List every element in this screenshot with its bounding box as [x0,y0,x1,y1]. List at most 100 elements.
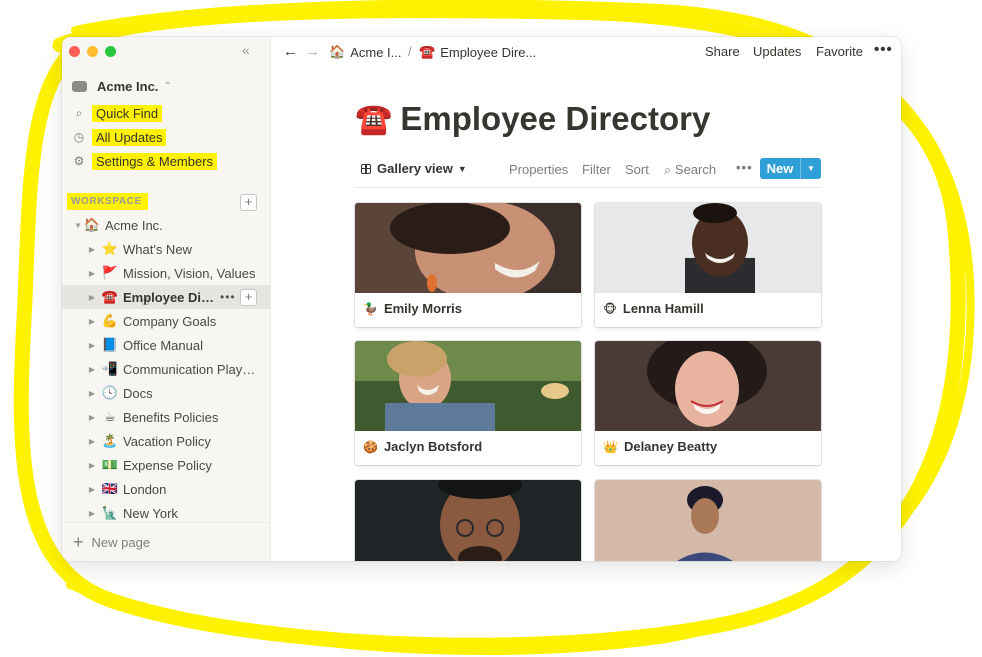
close-window-button[interactable] [69,46,80,57]
share-button[interactable]: Share [705,44,740,59]
quick-find-link[interactable]: ⌕ Quick Find [72,102,163,124]
caret-right-icon[interactable]: ▶ [87,317,97,326]
gallery-card[interactable] [355,480,581,561]
page-title-text: Employee Directory [400,100,711,137]
employee-photo [355,203,581,293]
tree-item-company-goals[interactable]: ▶ 💪 Company Goals [62,309,270,333]
gear-icon: ⚙ [73,154,85,168]
search-icon: ⌕ [664,162,672,177]
caret-right-icon[interactable]: ▶ [87,269,97,278]
new-item-button[interactable]: New ▼ [760,158,821,179]
caret-right-icon[interactable]: ▶ [87,461,97,470]
gallery-card[interactable]: 🍪 Jaclyn Botsford [355,341,581,465]
sidebar: « Acme Inc. ⌃ ⌕ Quick Find ◷ All Updates… [62,37,271,561]
workspace-section-label: WORKSPACE [67,193,148,210]
all-updates-link[interactable]: ◷ All Updates [72,126,167,148]
filter-button[interactable]: Filter [582,162,611,177]
tree-item-expense[interactable]: ▶ 💵 Expense Policy [62,453,270,477]
tree-item-london[interactable]: ▶ 🇬🇧 London [62,477,270,501]
tree-item-whats-new[interactable]: ▶ ⭐ What's New [62,237,270,261]
tree-item-employee-directory[interactable]: ▶ ☎️ Employee Directory ••• + [62,285,270,309]
minimize-window-button[interactable] [87,46,98,57]
workspace-name: Acme Inc. [97,78,159,94]
settings-members-link[interactable]: ⚙ Settings & Members [72,150,218,172]
back-arrow-icon[interactable]: ← [283,43,298,60]
gallery-card[interactable]: 🐵 Lenna Hamill [595,203,821,327]
updates-button[interactable]: Updates [753,44,801,59]
page-title[interactable]: ☎️ Employee Directory [355,100,710,138]
gallery-card[interactable]: 👑 Delaney Beatty [595,341,821,465]
workspace-switcher[interactable]: Acme Inc. ⌃ [72,76,172,96]
tree-item-label: What's New [123,241,192,257]
all-updates-label: All Updates [92,128,167,146]
card-title: 🦆 Emily Morris [363,301,462,316]
caret-right-icon[interactable]: ▶ [87,293,97,302]
search-button[interactable]: ⌕ Search [664,162,716,178]
quick-find-label: Quick Find [92,104,163,122]
coffee-icon: ☕ [104,409,116,424]
caret-right-icon[interactable]: ▶ [87,485,97,494]
properties-button[interactable]: Properties [509,162,568,177]
employee-photo [595,480,821,561]
caret-right-icon[interactable]: ▶ [87,437,97,446]
gallery-card[interactable]: 🦆 Emily Morris [355,203,581,327]
employee-name: Delaney Beatty [623,439,718,454]
card-title: 🐵 Lenna Hamill [603,301,704,316]
tree-item-acme-inc[interactable]: ▼ 🏠 Acme Inc. [62,213,270,237]
employee-name: Jaclyn Botsford [383,439,483,454]
tree-item-vacation[interactable]: ▶ 🏝️ Vacation Policy [62,429,270,453]
tree-item-label: Communication Playbook [123,361,257,377]
book-icon: 📘 [101,337,119,352]
settings-members-label: Settings & Members [92,152,218,170]
chevron-down-icon[interactable]: ▼ [801,164,821,173]
caret-right-icon[interactable]: ▶ [87,413,97,422]
tree-item-label: Company Goals [123,313,217,329]
island-icon: 🏝️ [101,433,119,448]
caret-right-icon[interactable]: ▶ [87,389,97,398]
breadcrumb-workspace[interactable]: 🏠 Acme I... [329,44,401,60]
add-subpage-button[interactable]: + [240,289,257,306]
employee-photo [355,341,581,431]
more-options-icon[interactable]: ••• [220,290,236,304]
caret-down-icon[interactable]: ▼ [73,221,83,230]
search-icon: ⌕ [75,105,83,120]
employee-photo [595,341,821,431]
search-button-label: Search [674,162,717,177]
add-page-button[interactable]: + [240,194,257,211]
caret-right-icon[interactable]: ▶ [87,509,97,518]
tree-item-label: Benefits Policies [123,409,219,425]
caret-right-icon[interactable]: ▶ [87,341,97,350]
card-title: 🍪 Jaclyn Botsford [363,439,482,454]
caret-right-icon[interactable]: ▶ [87,245,97,254]
new-page-label: New page [91,535,151,550]
clock-icon: 🕓 [101,385,119,400]
new-page-button[interactable]: + New page [62,522,270,561]
tree-item-office-manual[interactable]: ▶ 📘 Office Manual [62,333,270,357]
more-options-icon[interactable]: ••• [874,41,893,58]
new-button-label: New [766,161,794,176]
favorite-button[interactable]: Favorite [816,44,863,59]
forward-arrow-icon[interactable]: → [305,43,320,60]
view-selector[interactable]: Gallery view ▼ [361,161,467,176]
tree-item-label: Vacation Policy [123,433,211,449]
breadcrumb-label: Acme I... [350,44,402,60]
topbar: ← → 🏠 Acme I... / ☎️ Employee Dire... Sh… [271,37,901,67]
tree-item-benefits[interactable]: ▶ ☕ Benefits Policies [62,405,270,429]
monkey-icon: 🐵 [603,301,617,316]
gallery-card[interactable] [595,480,821,561]
tree-item-label: Expense Policy [123,457,212,473]
employee-photo [595,203,821,293]
sort-button[interactable]: Sort [625,162,649,177]
more-options-icon[interactable]: ••• [736,160,753,175]
cookie-icon: 🍪 [363,439,378,454]
tree-item-docs[interactable]: ▶ 🕓 Docs [62,381,270,405]
collapse-sidebar-icon[interactable]: « [242,42,250,58]
tree-item-mission[interactable]: ▶ 🚩 Mission, Vision, Values [62,261,270,285]
caret-right-icon[interactable]: ▶ [87,365,97,374]
tree-item-communication[interactable]: ▶ 📲 Communication Playbook [62,357,270,381]
breadcrumb-page[interactable]: ☎️ Employee Dire... [419,44,536,60]
maximize-window-button[interactable] [105,46,116,57]
tree-item-label: Acme Inc. [105,217,163,233]
flexed-biceps-icon: 💪 [101,313,119,328]
breadcrumb-separator: / [408,44,412,59]
